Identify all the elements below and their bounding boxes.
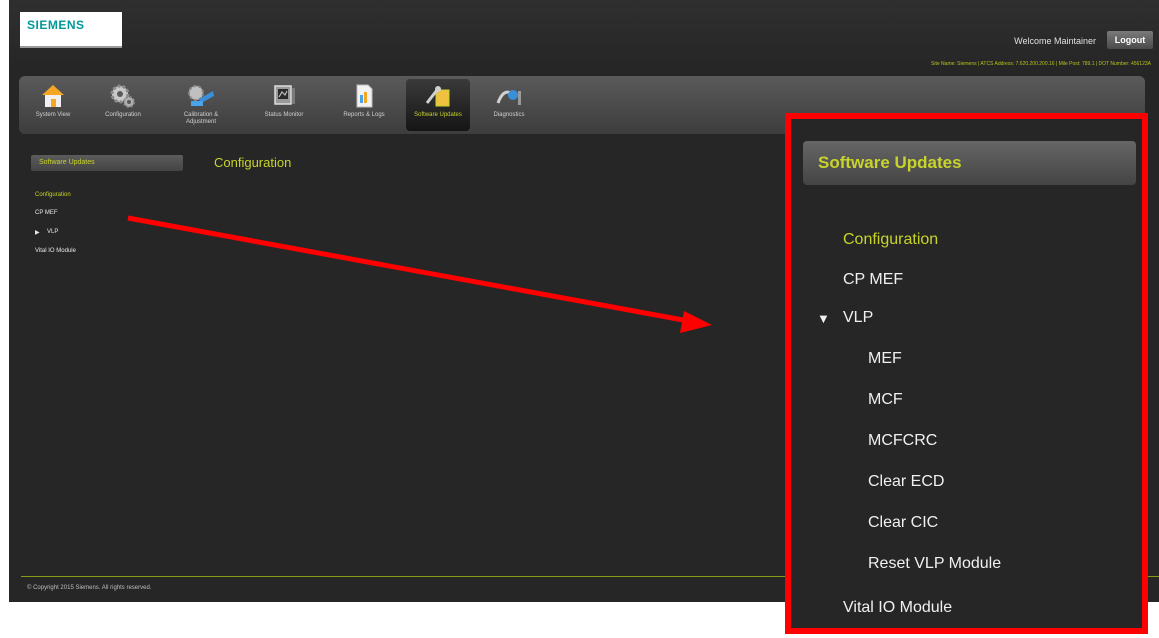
zoom-sidebar-header: Software Updates — [803, 141, 1136, 185]
annotation-arrow-head — [680, 311, 712, 333]
collapse-arrow-icon[interactable]: ▼ — [817, 311, 830, 326]
annotation-arrow-line — [127, 215, 695, 325]
zoom-subitem-mcf[interactable]: MCF — [868, 391, 903, 409]
zoom-item-vlp[interactable]: VLP — [843, 309, 873, 327]
zoomed-sidebar-panel: Software Updates Configuration CP MEF ▼ … — [785, 113, 1148, 634]
zoom-subitem-clear-ecd[interactable]: Clear ECD — [868, 473, 944, 491]
zoom-subitem-reset-vlp-module[interactable]: Reset VLP Module — [868, 555, 1001, 573]
zoom-item-cp-mef[interactable]: CP MEF — [843, 271, 903, 289]
zoom-item-configuration[interactable]: Configuration — [843, 231, 938, 249]
zoom-subitem-mcfcrc[interactable]: MCFCRC — [868, 432, 937, 450]
zoom-item-vital-io-module[interactable]: Vital IO Module — [843, 599, 952, 617]
zoom-subitem-clear-cic[interactable]: Clear CIC — [868, 514, 938, 532]
zoom-subitem-mef[interactable]: MEF — [868, 350, 902, 368]
